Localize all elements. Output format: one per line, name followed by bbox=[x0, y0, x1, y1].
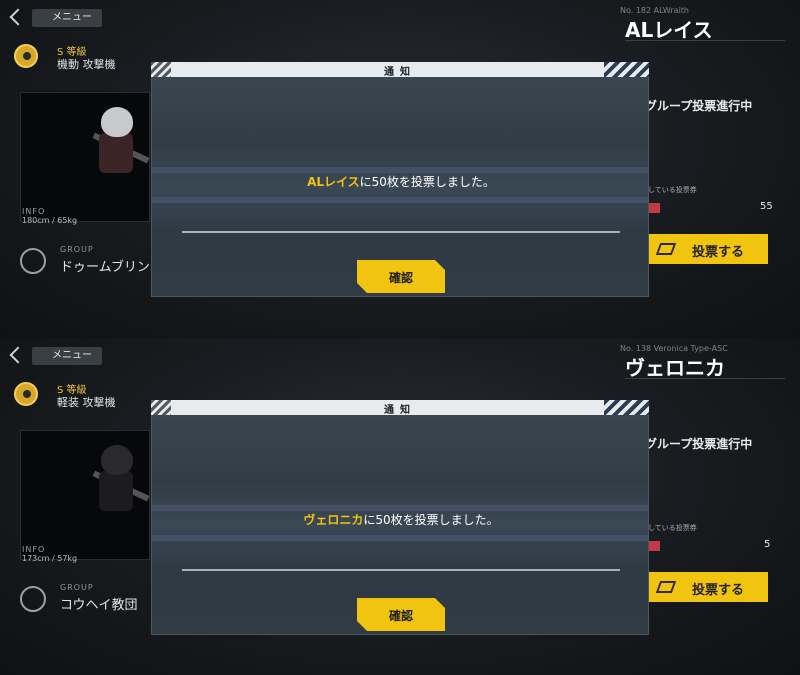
character-name: ALレイス bbox=[625, 18, 713, 42]
dialog-message-text: に50枚を投票しました。 bbox=[363, 513, 499, 527]
holding-tickets-label: している投票券 bbox=[648, 186, 697, 194]
info-value: 180cm / 65kg bbox=[22, 216, 78, 225]
notification-dialog: 通知 ヴェロニカに50枚を投票しました。 確認 bbox=[151, 400, 649, 635]
character-body bbox=[99, 471, 133, 511]
ticket-vote-icon bbox=[656, 581, 676, 593]
group-emblem-icon bbox=[20, 586, 46, 612]
info-label: INFO bbox=[22, 545, 46, 554]
glitch-band bbox=[152, 197, 648, 203]
confirm-button-label: 確認 bbox=[388, 271, 413, 285]
ticket-vote-icon bbox=[656, 243, 676, 255]
header-divider bbox=[625, 40, 785, 41]
group-label: GROUP bbox=[60, 245, 94, 254]
dialog-message-text: に50枚を投票しました。 bbox=[359, 175, 495, 189]
ticket-count: 5 bbox=[764, 539, 771, 550]
ticket-count: 55 bbox=[760, 201, 773, 212]
ticket-icon bbox=[648, 203, 660, 213]
glitch-band bbox=[152, 535, 648, 541]
dialog-title: 通知 bbox=[384, 67, 416, 78]
confirm-button[interactable]: 確認 bbox=[357, 260, 445, 293]
vote-button-label: 投票する bbox=[692, 245, 745, 260]
game-screen-bottom: メニュー S 等級 軽装 攻撃機 INFO 173cm / 57kg GROUP… bbox=[0, 338, 800, 675]
holding-tickets-label: している投票券 bbox=[648, 524, 697, 532]
unit-class: 機動 攻撃機 bbox=[57, 58, 116, 71]
back-chevron-icon bbox=[9, 8, 27, 26]
menu-label: メニュー bbox=[32, 347, 102, 365]
ticket-icon bbox=[648, 541, 660, 551]
confirm-button[interactable]: 確認 bbox=[357, 598, 445, 631]
group-name: コウヘイ教団 bbox=[60, 598, 138, 613]
menu-button[interactable]: メニュー bbox=[8, 346, 102, 365]
notification-dialog: 通知 ALレイスに50枚を投票しました。 確認 bbox=[151, 62, 649, 297]
vote-status: グループ投票進行中 bbox=[645, 437, 753, 451]
menu-label: メニュー bbox=[32, 9, 102, 27]
group-emblem-icon bbox=[20, 248, 46, 274]
vote-status: グループ投票進行中 bbox=[645, 99, 753, 113]
dialog-header: 通知 bbox=[151, 400, 649, 416]
dialog-message: ALレイスに50枚を投票しました。 bbox=[152, 173, 650, 190]
character-portrait bbox=[20, 92, 150, 222]
dialog-body: ALレイスに50枚を投票しました。 確認 bbox=[151, 77, 649, 297]
voted-character-name: ALレイス bbox=[307, 175, 360, 189]
dialog-title: 通知 bbox=[384, 405, 416, 416]
header-divider bbox=[625, 378, 785, 379]
vote-button[interactable]: 投票する bbox=[640, 572, 768, 602]
dialog-body: ヴェロニカに50枚を投票しました。 確認 bbox=[151, 415, 649, 635]
character-head bbox=[101, 107, 133, 137]
dialog-header: 通知 bbox=[151, 62, 649, 78]
info-value: 173cm / 57kg bbox=[22, 554, 78, 563]
group-label: GROUP bbox=[60, 583, 94, 592]
character-head bbox=[101, 445, 133, 475]
confirm-button-label: 確認 bbox=[388, 609, 413, 623]
dialog-message: ヴェロニカに50枚を投票しました。 bbox=[152, 511, 650, 528]
rank-badge-icon bbox=[14, 44, 38, 68]
rank-badge-icon bbox=[14, 382, 38, 406]
vote-button[interactable]: 投票する bbox=[640, 234, 768, 264]
back-chevron-icon bbox=[9, 346, 27, 364]
dialog-divider bbox=[182, 569, 620, 571]
dialog-divider bbox=[182, 231, 620, 233]
menu-button[interactable]: メニュー bbox=[8, 8, 102, 27]
info-label: INFO bbox=[22, 207, 46, 216]
character-portrait bbox=[20, 430, 150, 560]
character-body bbox=[99, 133, 133, 173]
game-screen-top: メニュー S 等級 機動 攻撃機 INFO 180cm / 65kg GROUP… bbox=[0, 0, 800, 337]
character-name: ヴェロニカ bbox=[625, 356, 725, 380]
vote-button-label: 投票する bbox=[692, 583, 745, 598]
voted-character-name: ヴェロニカ bbox=[303, 513, 364, 527]
unit-class: 軽装 攻撃機 bbox=[57, 396, 116, 409]
